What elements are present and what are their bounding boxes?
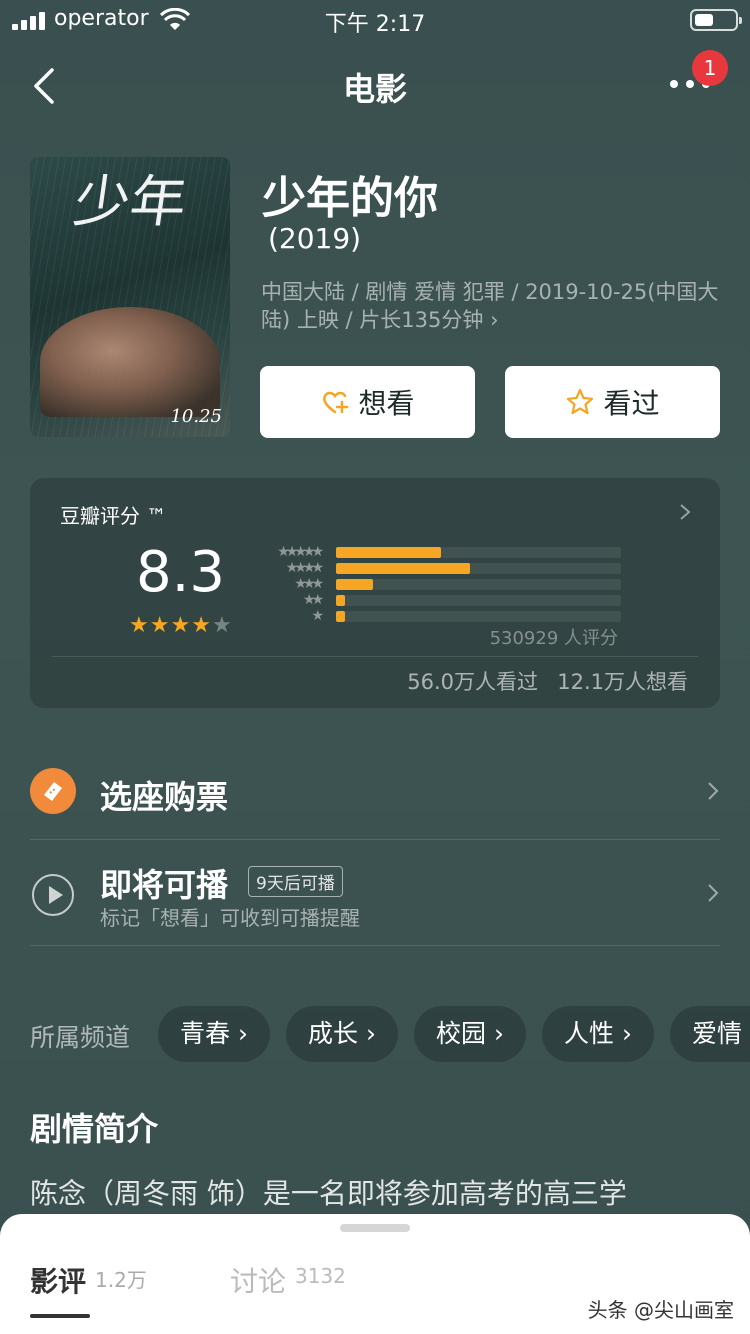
star-outline-icon bbox=[567, 388, 594, 415]
play-icon bbox=[32, 874, 74, 916]
divider bbox=[52, 656, 698, 657]
star-filled-icon: ★ bbox=[149, 613, 170, 638]
poster-calligraphy: 少年 bbox=[69, 170, 191, 235]
chevron-right-icon bbox=[708, 782, 719, 800]
distribution-track bbox=[336, 547, 621, 558]
chevron-right-icon bbox=[680, 504, 691, 520]
distribution-bar bbox=[336, 563, 470, 574]
buy-tickets-label: 选座购票 bbox=[100, 778, 229, 816]
movie-title: 少年的你 bbox=[262, 173, 438, 224]
stream-countdown-tag: 9天后可播 bbox=[248, 866, 343, 897]
seen-label: 看过 bbox=[603, 387, 660, 420]
movie-year: (2019) bbox=[268, 222, 362, 255]
distribution-stars-label: ★ bbox=[311, 608, 324, 624]
channels-label: 所属频道 bbox=[30, 1023, 131, 1052]
rating-stars: ★ ★ ★ ★ ★ bbox=[129, 615, 232, 637]
synopsis-title: 剧情简介 bbox=[30, 1110, 159, 1148]
channel-chip[interactable]: 爱情 › bbox=[670, 1006, 750, 1062]
channel-chip[interactable]: 成长 › bbox=[286, 1006, 398, 1062]
coming-to-stream-label: 即将可播 bbox=[100, 866, 229, 904]
distribution-row: ★★★★ bbox=[256, 560, 621, 576]
distribution-track bbox=[336, 579, 621, 590]
synopsis-text[interactable]: 陈念（周冬雨 饰）是一名即将参加高考的高三学 bbox=[30, 1172, 730, 1212]
rating-distribution: ★★★★★ ★★★★ ★★★ ★★ ★ bbox=[256, 544, 621, 624]
page-title: 电影 bbox=[342, 70, 407, 108]
distribution-stars-label: ★★★★★ bbox=[277, 544, 324, 560]
distribution-track bbox=[336, 611, 621, 622]
buy-tickets-row[interactable]: 选座购票 bbox=[30, 742, 720, 840]
poster-figures bbox=[40, 307, 220, 417]
distribution-track bbox=[336, 563, 621, 574]
movie-meta[interactable]: 中国大陆 / 剧情 爱情 犯罪 / 2019-10-25(中国大陆) 上映 / … bbox=[261, 278, 721, 334]
watermark: 头条 @尖山画室 bbox=[587, 1298, 734, 1322]
discussions-count: 3132 bbox=[295, 1264, 346, 1288]
seen-count: 56.0万人看过 bbox=[407, 670, 538, 694]
distribution-stars-label: ★★★ bbox=[294, 576, 324, 592]
star-empty-icon: ★ bbox=[211, 613, 232, 638]
distribution-bar bbox=[336, 595, 345, 606]
star-filled-icon: ★ bbox=[191, 613, 211, 638]
distribution-stars-label: ★★★★ bbox=[285, 560, 324, 576]
coming-to-stream-row[interactable]: 即将可播 9天后可播 标记「想看」可收到可播提醒 bbox=[30, 840, 720, 946]
want-to-watch-button[interactable]: 想看 bbox=[260, 366, 475, 438]
status-bar: operator 下午 2:17 bbox=[0, 0, 750, 40]
distribution-track bbox=[336, 595, 621, 606]
movie-poster[interactable]: 少年 10.25 bbox=[30, 157, 230, 437]
want-count: 12.1万人想看 bbox=[557, 670, 688, 694]
distribution-row: ★★★★★ bbox=[256, 544, 621, 560]
rating-title: 豆瓣评分 ™ bbox=[60, 504, 167, 528]
distribution-bar bbox=[336, 611, 345, 622]
battery-icon bbox=[690, 9, 742, 31]
rating-card[interactable]: 豆瓣评分 ™ 8.3 ★ ★ ★ ★ ★ ★★★★★ ★★★★ ★★★ ★★ ★ 530929 … bbox=[30, 478, 720, 708]
distribution-bar bbox=[336, 579, 374, 590]
distribution-row: ★★ bbox=[256, 592, 621, 608]
reviews-count: 1.2万 bbox=[95, 1268, 147, 1292]
distribution-bar bbox=[336, 547, 442, 558]
tab-discussions[interactable]: 讨论 bbox=[230, 1260, 286, 1300]
stream-reminder-hint: 标记「想看」可收到可播提醒 bbox=[100, 906, 360, 930]
chevron-right-icon bbox=[708, 884, 719, 902]
channel-chip[interactable]: 校园 › bbox=[414, 1006, 526, 1062]
distribution-row: ★★★ bbox=[256, 576, 621, 592]
seen-button[interactable]: 看过 bbox=[505, 366, 720, 438]
distribution-stars-label: ★★ bbox=[302, 592, 324, 608]
active-tab-indicator bbox=[30, 1314, 90, 1318]
clock: 下午 2:17 bbox=[324, 12, 426, 37]
want-label: 想看 bbox=[358, 387, 415, 420]
heart-plus-icon bbox=[323, 391, 349, 414]
star-filled-icon: ★ bbox=[170, 613, 191, 638]
notification-badge: 1 bbox=[692, 50, 728, 86]
rating-count: 530929 人评分 bbox=[489, 628, 618, 649]
rating-score: 8.3 bbox=[136, 540, 226, 605]
ticket-icon bbox=[30, 768, 76, 814]
channel-chip[interactable]: 青春 › bbox=[158, 1006, 270, 1062]
channel-chip[interactable]: 人性 › bbox=[542, 1006, 654, 1062]
tab-reviews[interactable]: 影评 bbox=[30, 1260, 86, 1300]
chevron-right-icon: › bbox=[490, 308, 499, 332]
drag-handle[interactable] bbox=[340, 1224, 410, 1232]
poster-date: 10.25 bbox=[170, 406, 222, 427]
star-filled-icon: ★ bbox=[129, 613, 149, 638]
distribution-row: ★ bbox=[256, 608, 621, 624]
